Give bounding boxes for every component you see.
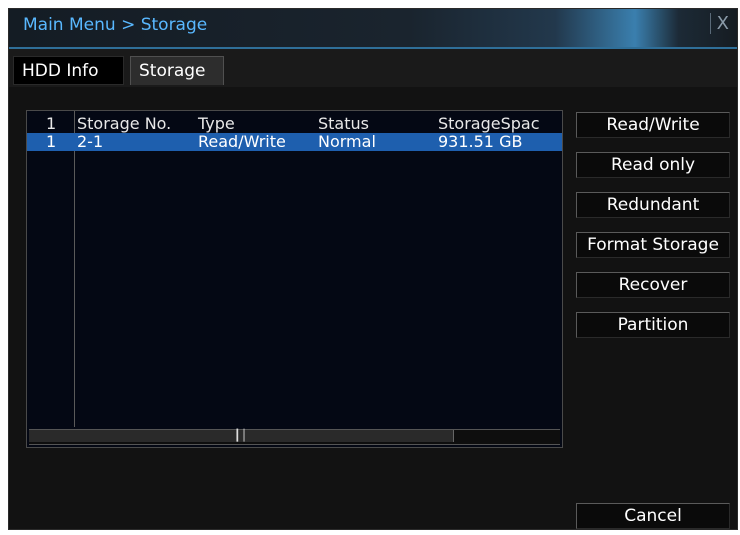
recover-button[interactable]: Recover bbox=[576, 272, 730, 298]
title-bar: Main Menu > Storage X bbox=[9, 9, 737, 49]
close-icon[interactable]: X bbox=[709, 13, 729, 34]
partition-button[interactable]: Partition bbox=[576, 312, 730, 338]
storage-window: Main Menu > Storage X HDD Info Storage 1… bbox=[8, 8, 738, 530]
cell-index: 1 bbox=[46, 132, 57, 151]
header-storage-no: Storage No. bbox=[77, 114, 172, 133]
cancel-button[interactable]: Cancel bbox=[576, 503, 730, 529]
redundant-button[interactable]: Redundant bbox=[576, 192, 730, 218]
scroll-grip-icon: ┃│ bbox=[234, 429, 248, 442]
header-index: 1 bbox=[46, 114, 57, 133]
cell-status: Normal bbox=[318, 132, 376, 151]
read-write-button[interactable]: Read/Write bbox=[576, 112, 730, 138]
list-header: 1 Storage No. Type Status StorageSpac bbox=[27, 115, 562, 133]
tab-bar: HDD Info Storage bbox=[9, 49, 737, 87]
read-only-button[interactable]: Read only bbox=[576, 152, 730, 178]
storage-list[interactable]: 1 Storage No. Type Status StorageSpac 1 … bbox=[26, 110, 563, 448]
format-storage-button[interactable]: Format Storage bbox=[576, 232, 730, 258]
header-type: Type bbox=[198, 114, 235, 133]
tab-storage[interactable]: Storage bbox=[130, 56, 224, 85]
horizontal-scrollbar[interactable]: ┃│ bbox=[29, 429, 560, 445]
header-storage-space: StorageSpac bbox=[438, 114, 540, 133]
column-divider bbox=[74, 111, 75, 427]
scrollbar-thumb[interactable]: ┃│ bbox=[29, 430, 454, 442]
window-title: Main Menu > Storage bbox=[23, 15, 208, 35]
table-row[interactable]: 1 2-1 Read/Write Normal 931.51 GB bbox=[27, 133, 562, 151]
cell-type: Read/Write bbox=[198, 132, 286, 151]
tab-hdd-info[interactable]: HDD Info bbox=[13, 56, 124, 85]
header-status: Status bbox=[318, 114, 369, 133]
cell-storage-no: 2-1 bbox=[77, 132, 104, 151]
cell-storage-space: 931.51 GB bbox=[438, 132, 523, 151]
